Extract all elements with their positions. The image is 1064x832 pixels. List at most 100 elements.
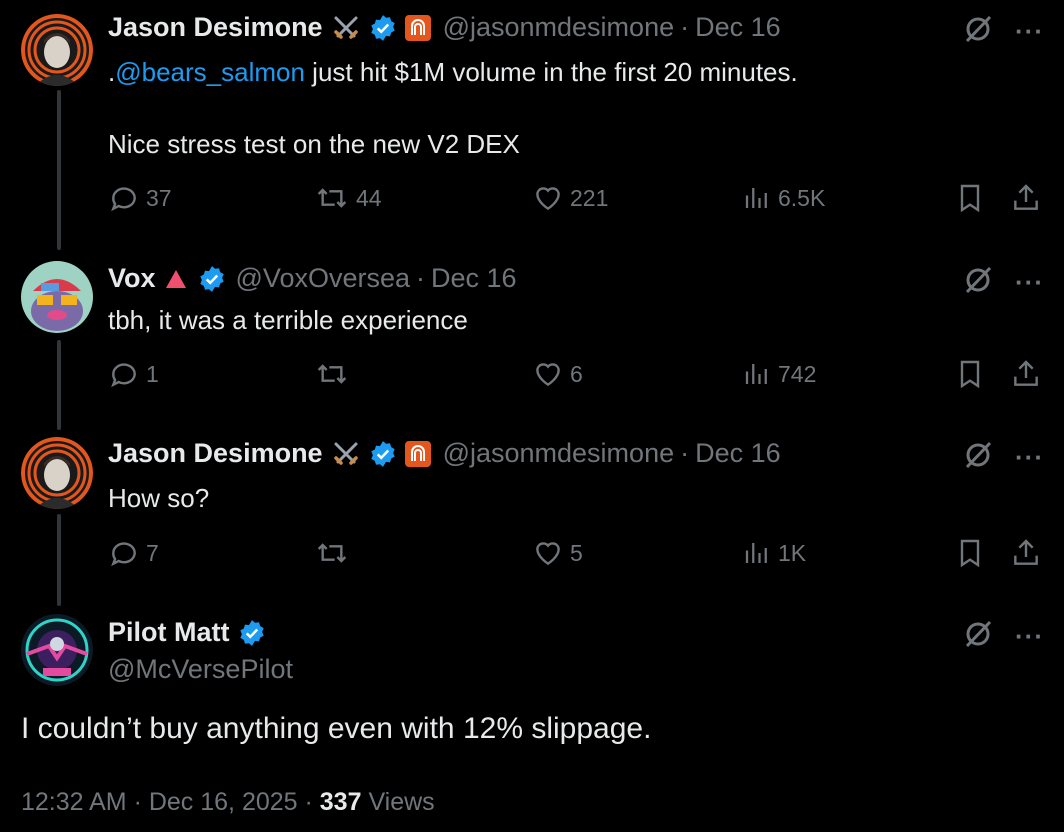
action-bar: 37 44 221 6.5K — [108, 182, 1056, 222]
post-timestamp[interactable]: 12:32 AM · Dec 16, 2025 · — [21, 788, 320, 816]
views-count: 337 — [319, 788, 362, 816]
more-options-icon[interactable]: ··· — [1015, 442, 1044, 473]
avatar[interactable] — [21, 14, 93, 86]
views-button[interactable]: 6.5K — [742, 182, 825, 214]
share-button[interactable] — [1010, 182, 1042, 214]
tweet-text: How so? — [108, 483, 210, 513]
reply-icon — [111, 363, 136, 388]
main-tweet-text: I couldn’t buy anything even with 12% sl… — [21, 712, 652, 745]
reply-count: 7 — [146, 539, 159, 566]
analytics-icon — [745, 543, 767, 563]
bookmark-icon — [960, 184, 980, 213]
views-button[interactable]: 742 — [742, 358, 816, 390]
author-handle[interactable]: @McVersePilot — [108, 654, 293, 685]
views-count: 1K — [778, 539, 807, 566]
action-bar: 7 5 1K — [108, 537, 1056, 577]
author-handle[interactable]: @jasonmdesimone — [443, 438, 675, 469]
separator: · — [416, 263, 426, 293]
repost-button[interactable] — [314, 358, 356, 390]
bookmark-button[interactable] — [954, 182, 986, 214]
analytics-icon — [745, 364, 767, 384]
tweet-date[interactable]: Dec 16 — [695, 12, 781, 43]
reply-button[interactable]: 1 — [108, 358, 159, 390]
avatar[interactable] — [21, 261, 93, 333]
bookmark-button[interactable] — [954, 537, 986, 569]
thread-line — [57, 90, 61, 250]
reply-icon — [111, 187, 136, 212]
repost-count: 44 — [356, 184, 382, 211]
bookmark-icon — [960, 360, 980, 389]
affiliate-logo-icon — [404, 14, 431, 41]
grok-icon[interactable] — [963, 265, 993, 300]
bookmark-button[interactable] — [954, 358, 986, 390]
verified-icon — [369, 14, 397, 42]
more-options-icon[interactable]: ··· — [1015, 621, 1044, 652]
verified-icon — [238, 619, 266, 647]
author-handle[interactable]: @jasonmdesimone — [443, 12, 675, 43]
separator: · — [680, 12, 690, 42]
repost-button[interactable]: 44 — [314, 182, 382, 214]
author-name[interactable]: Pilot Matt — [108, 617, 230, 648]
tweet-menu: ··· — [963, 440, 1044, 475]
like-count: 5 — [570, 539, 583, 566]
main-tweet-header: Pilot Matt — [108, 617, 266, 648]
author-name[interactable]: Vox — [108, 263, 156, 294]
share-button[interactable] — [1010, 537, 1042, 569]
tweet-date[interactable]: Dec 16 — [695, 438, 781, 469]
reply-count: 37 — [146, 184, 172, 211]
repost-icon — [317, 364, 347, 384]
author-name[interactable]: Jason Desimone — [108, 12, 323, 43]
views-count: 742 — [778, 360, 817, 387]
tweet-text: .@bears_salmon just hit $1M volume in th… — [108, 54, 798, 162]
mention-link[interactable]: @bears_salmon — [115, 57, 305, 87]
share-button[interactable] — [1010, 358, 1042, 390]
tweet-menu: ··· — [963, 14, 1044, 49]
analytics-icon — [745, 188, 767, 208]
like-count: 6 — [570, 360, 583, 387]
triangle-icon — [164, 268, 188, 290]
more-options-icon[interactable]: ··· — [1015, 16, 1044, 47]
tweet-date[interactable]: Dec 16 — [431, 263, 517, 294]
grok-icon[interactable] — [963, 14, 993, 49]
reply-count: 1 — [146, 360, 159, 387]
tweet-header: Jason Desimone @jasonmdesimone · Dec 16 — [108, 12, 781, 43]
tweet-header: Jason Desimone @jasonmdesimone · Dec 16 — [108, 438, 781, 469]
views-label: Views — [361, 788, 435, 816]
views-button[interactable]: 1K — [742, 537, 806, 569]
repost-button[interactable] — [314, 537, 356, 569]
share-icon — [1014, 184, 1038, 210]
tweet-menu: ··· — [963, 265, 1044, 300]
swords-icon — [331, 13, 361, 43]
like-count: 221 — [570, 184, 609, 211]
tweet-header: Vox @VoxOversea · Dec 16 — [108, 263, 517, 294]
like-button[interactable]: 221 — [532, 182, 608, 214]
like-button[interactable]: 6 — [532, 358, 583, 390]
action-bar: 1 6 742 — [108, 358, 1056, 398]
swords-icon — [331, 439, 361, 469]
reply-icon — [111, 542, 136, 567]
separator: · — [680, 438, 690, 468]
avatar[interactable] — [21, 614, 93, 686]
verified-icon — [198, 265, 226, 293]
bookmark-icon — [960, 539, 980, 568]
thread-line — [57, 514, 61, 606]
reply-button[interactable]: 37 — [108, 182, 172, 214]
grok-icon[interactable] — [963, 619, 993, 654]
reply-button[interactable]: 7 — [108, 537, 159, 569]
repost-icon — [317, 543, 347, 563]
author-handle[interactable]: @VoxOversea — [236, 263, 411, 294]
views-count: 6.5K — [778, 184, 826, 211]
heart-icon — [536, 363, 560, 387]
main-tweet-meta: 12:32 AM · Dec 16, 2025 · 337 Views — [21, 788, 435, 817]
grok-icon[interactable] — [963, 440, 993, 475]
heart-icon — [536, 187, 560, 211]
avatar[interactable] — [21, 437, 93, 509]
main-tweet-handle-row: @McVersePilot — [108, 654, 293, 685]
share-icon — [1014, 360, 1038, 386]
verified-icon — [369, 440, 397, 468]
more-options-icon[interactable]: ··· — [1015, 267, 1044, 298]
like-button[interactable]: 5 — [532, 537, 583, 569]
thread-line — [57, 340, 61, 430]
share-icon — [1014, 539, 1038, 565]
author-name[interactable]: Jason Desimone — [108, 438, 323, 469]
